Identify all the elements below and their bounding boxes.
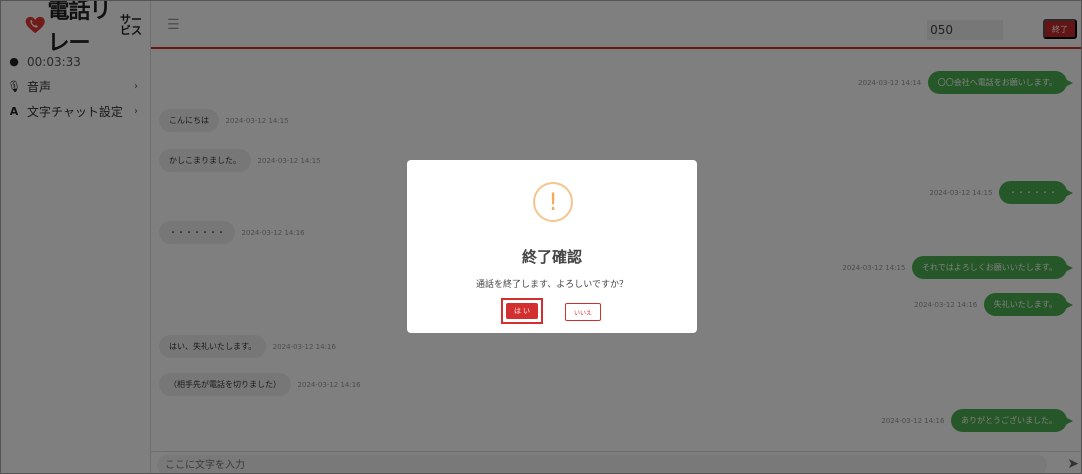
yes-button[interactable]: は い [506,303,538,319]
end-confirm-dialog: ! 終了確認 通話を終了します、よろしいですか？ は い いいえ [407,160,697,333]
dialog-message: 通話を終了します、よろしいですか？ [475,280,628,290]
warning-icon: ! [533,182,573,222]
yes-button-highlight: は い [501,298,543,324]
app-window: 電話リレー サービス ● 00:03:33 🎙 音声 › A 文字チャット設定 … [0,0,1082,474]
dialog-title: 終了確認 [521,248,582,266]
no-button[interactable]: いいえ [565,303,601,321]
